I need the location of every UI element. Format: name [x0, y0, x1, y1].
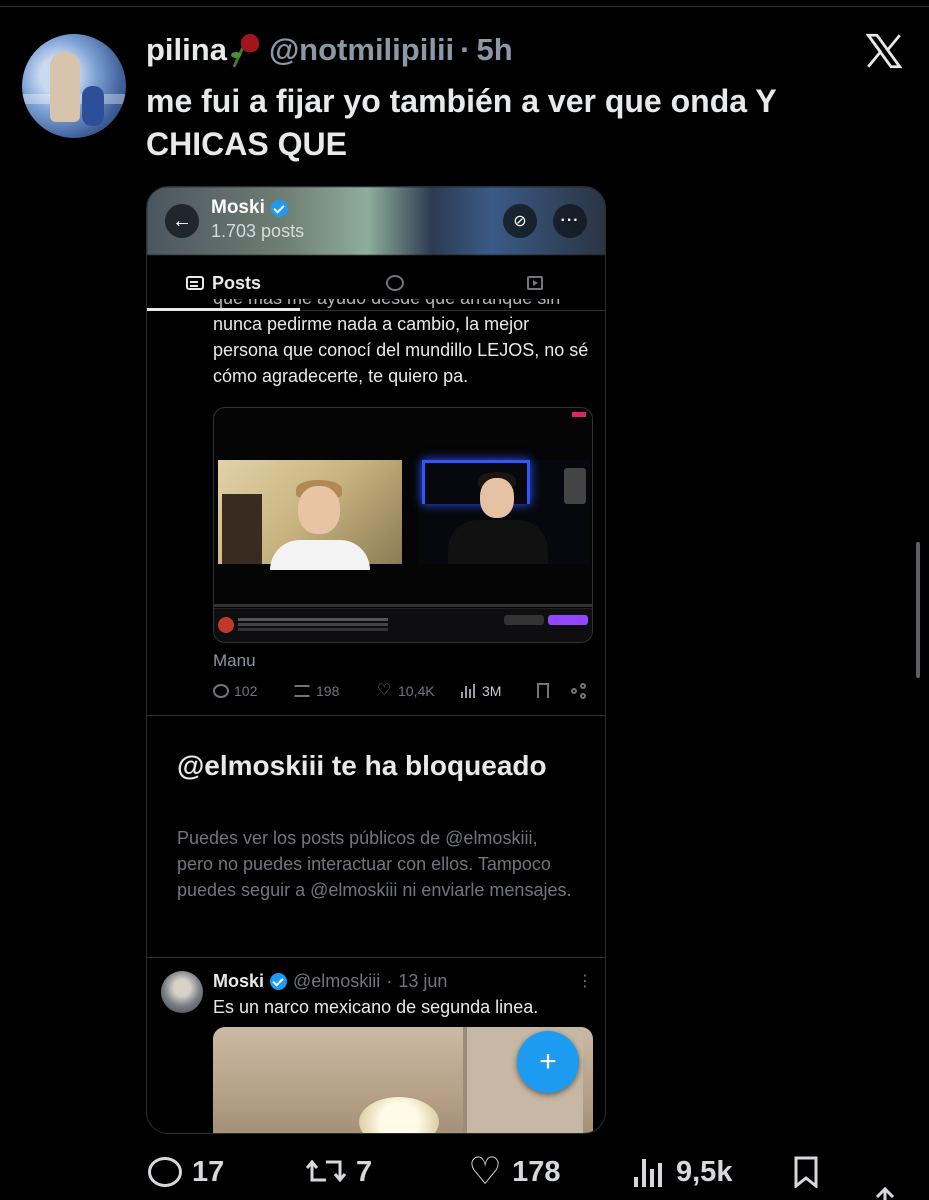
post1-body: nunca pedirme nada a cambio, la mejor pe…	[213, 314, 589, 386]
reply-icon	[148, 1157, 182, 1187]
post1-views: 3M	[461, 683, 501, 699]
webcam-right	[418, 460, 590, 564]
reply-button[interactable]: 17	[148, 1150, 224, 1194]
tweet-age[interactable]: 5h	[477, 32, 513, 68]
like-count: 178	[512, 1155, 561, 1188]
post2-date: 13 jun	[398, 971, 448, 991]
repost-icon	[293, 685, 311, 697]
verified-badge-icon	[270, 973, 288, 990]
back-arrow-icon: ←	[165, 204, 199, 238]
view-count: 9,5k	[676, 1155, 733, 1188]
post1-bookmark	[537, 683, 549, 698]
rose-emoji-icon	[229, 32, 261, 68]
posts-icon	[185, 276, 204, 290]
compose-plus-icon: +	[517, 1031, 579, 1093]
repost-icon	[306, 1159, 346, 1183]
reply-count: 17	[192, 1155, 225, 1188]
media-icon	[527, 276, 543, 290]
share-icon	[571, 683, 587, 699]
post1-cut-line: que más me ayudó desde que arranqué sin	[213, 299, 599, 311]
stream-info-bar	[214, 608, 592, 642]
video-progress	[214, 604, 592, 607]
post2-text: Es un narco mexicano de segunda linea.	[213, 997, 539, 1017]
post1-reply: 102	[213, 683, 257, 699]
post1-repost: 198	[293, 683, 339, 699]
post1-caption: Manu	[213, 651, 256, 670]
post2-name: Moski	[213, 971, 265, 991]
post2-header: Moski @elmoskiii · 13 jun	[213, 971, 447, 992]
post1-view-count: 3M	[482, 683, 502, 699]
verified-badge-icon	[270, 199, 288, 217]
post1-reply-count: 102	[234, 683, 258, 699]
post1-like: ♡ 10,4K	[377, 682, 435, 700]
tweet-header: pilina @notmilipilii · 5h	[146, 30, 513, 70]
kebab-menu-icon: ⋮	[577, 973, 593, 990]
profile-name: Moski	[211, 197, 288, 219]
author-display-name[interactable]: pilina	[146, 32, 227, 68]
reply-icon	[213, 684, 229, 698]
post1-text: que más me ayudó desde que arranqué sin …	[213, 299, 599, 389]
post1-actions: 102 198 ♡ 10,4K 3M	[213, 683, 593, 705]
blocked-title: @elmoskiii te ha bloqueado	[177, 750, 547, 781]
tweet-actions: 17 7 ♡ 178 9,5k	[146, 1150, 916, 1200]
post1-repost-count: 198	[316, 683, 340, 699]
heart-icon: ♡	[468, 1151, 503, 1193]
scrollbar[interactable]	[916, 542, 920, 678]
post1-share	[571, 683, 587, 699]
divider	[147, 957, 605, 958]
embedded-screenshot[interactable]: ← Moski 1.703 posts ⊘ ··· Posts que más …	[146, 186, 606, 1134]
views-icon	[461, 684, 477, 698]
post1-like-count: 10,4K	[398, 683, 435, 699]
share-icon[interactable]	[870, 1186, 900, 1200]
separator-dot: ·	[386, 971, 393, 991]
repost-count: 7	[356, 1155, 373, 1188]
top-divider	[0, 6, 929, 7]
repost-button[interactable]: 7	[306, 1150, 372, 1194]
live-badge	[572, 412, 586, 417]
grok-icon: ⊘	[503, 204, 537, 238]
bookmark-icon	[537, 683, 549, 698]
separator-dot: ·	[460, 32, 471, 67]
x-logo-icon[interactable]	[862, 30, 906, 72]
author-avatar[interactable]	[22, 34, 126, 138]
author-handle[interactable]: @notmilipilii	[269, 32, 454, 68]
bookmark-icon[interactable]	[794, 1156, 818, 1188]
heart-icon: ♡	[377, 682, 392, 699]
more-options-icon: ···	[553, 204, 587, 238]
post2-handle: @elmoskiii	[293, 971, 381, 991]
profile-name-text: Moski	[211, 197, 265, 218]
replies-icon	[386, 275, 404, 291]
blocked-description: Puedes ver los posts públicos de @elmosk…	[177, 828, 572, 900]
post-count: 1.703 posts	[211, 221, 305, 241]
like-button[interactable]: ♡ 178	[468, 1150, 560, 1194]
views-icon	[634, 1157, 666, 1187]
webcam-left	[218, 460, 402, 570]
tweet-text: me fui a fijar yo también a ver que onda…	[146, 83, 777, 162]
divider	[147, 715, 605, 716]
post1-video	[213, 407, 593, 643]
post2-avatar	[161, 971, 203, 1013]
tab-posts-label: Posts	[211, 272, 262, 293]
views-button[interactable]: 9,5k	[634, 1150, 732, 1194]
